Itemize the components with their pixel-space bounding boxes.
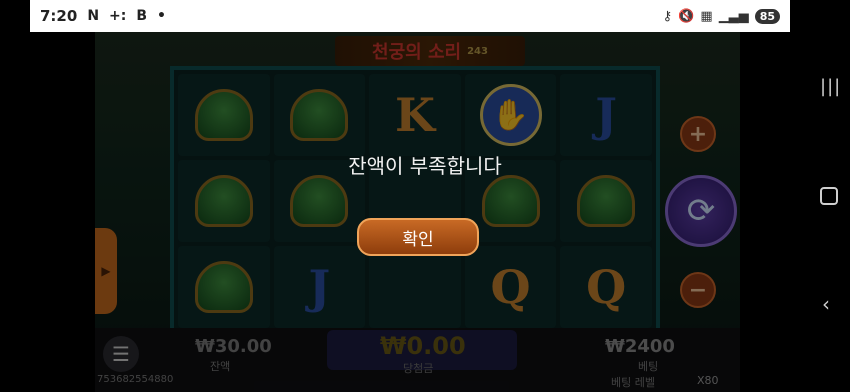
- balance-value: ₩30.00: [195, 336, 272, 357]
- game-title-banner: 천궁의 소리 243: [335, 36, 525, 66]
- reel-cell: [369, 246, 461, 328]
- bet-value: ₩2400: [605, 336, 675, 357]
- mute-icon: 🔇: [678, 8, 695, 24]
- menu-button[interactable]: ☰: [103, 336, 139, 372]
- battery-badge: 85: [754, 8, 780, 24]
- reel-cell: K: [369, 74, 461, 156]
- home-icon[interactable]: [820, 187, 838, 205]
- q-symbol: Q: [490, 260, 531, 314]
- reel-cell: Q: [464, 246, 557, 328]
- increase-bet-button[interactable]: +: [680, 116, 716, 152]
- jade-pot-symbol: [194, 261, 253, 313]
- slot-game: 천궁의 소리 243 ▶ K ✋ J J Q Q + ⟳ − ☰ ₩30.00 …: [95, 32, 740, 392]
- jade-pot-symbol: [290, 89, 349, 141]
- bet-label: 베팅: [638, 360, 659, 373]
- reel-cell: [178, 74, 270, 156]
- j-symbol: J: [595, 88, 618, 142]
- notification-b-icon: B: [136, 8, 148, 24]
- reel-cell: Q: [560, 246, 652, 328]
- reel-cell: ✋: [464, 74, 557, 156]
- decrease-bet-button[interactable]: −: [680, 272, 716, 308]
- side-menu-tab[interactable]: ▶: [95, 228, 117, 314]
- reel-cell: [178, 246, 270, 328]
- win-value: ₩0.00: [380, 332, 466, 360]
- session-id: 753682554880: [97, 374, 174, 385]
- bet-level-value: X80: [697, 374, 719, 387]
- reel-cell: [273, 74, 366, 156]
- data-icon: ▦: [700, 8, 713, 24]
- bet-level-label: 베팅 레벨: [611, 376, 655, 389]
- spin-button[interactable]: ⟳: [665, 175, 737, 247]
- j-symbol: J: [308, 260, 331, 314]
- signal-icon: ▁▃▅: [718, 8, 749, 24]
- notification-n-icon: N: [87, 8, 100, 24]
- reel-grid: K ✋ J J Q Q: [170, 66, 660, 336]
- jade-pot-symbol: [577, 175, 636, 227]
- reel-cell: J: [273, 246, 366, 328]
- ways-count: 243: [467, 45, 488, 57]
- jade-pot-symbol: [481, 175, 540, 227]
- notification-plus-icon: +:: [109, 8, 127, 24]
- clock: 7:20: [40, 7, 78, 25]
- game-title: 천궁의 소리: [372, 42, 462, 63]
- confirm-button[interactable]: 확인: [357, 218, 479, 256]
- k-symbol: K: [395, 88, 435, 142]
- key-icon: ⚷: [662, 8, 673, 24]
- recents-icon[interactable]: |||: [820, 76, 841, 97]
- q-symbol: Q: [586, 260, 627, 314]
- jade-pot-symbol: [194, 89, 253, 141]
- bottom-bar: ☰ ₩30.00 잔액 ₩0.00 당첨금 ₩2400 베팅 753682554…: [95, 328, 740, 392]
- jade-pot-symbol: [290, 175, 349, 227]
- status-bar: 7:20 N +: B • ⚷ 🔇 ▦ ▁▃▅ 85: [30, 0, 790, 32]
- reel-cell: J: [560, 74, 652, 156]
- back-icon[interactable]: ‹: [822, 292, 830, 316]
- hamburger-icon: ☰: [112, 342, 130, 366]
- jade-pot-symbol: [194, 175, 253, 227]
- win-label: 당첨금: [403, 362, 434, 375]
- insufficient-balance-message: 잔액이 부족합니다: [348, 154, 502, 178]
- balance-label: 잔액: [210, 360, 231, 373]
- hand-symbol: ✋: [479, 84, 542, 146]
- notification-dot-icon: •: [157, 8, 166, 24]
